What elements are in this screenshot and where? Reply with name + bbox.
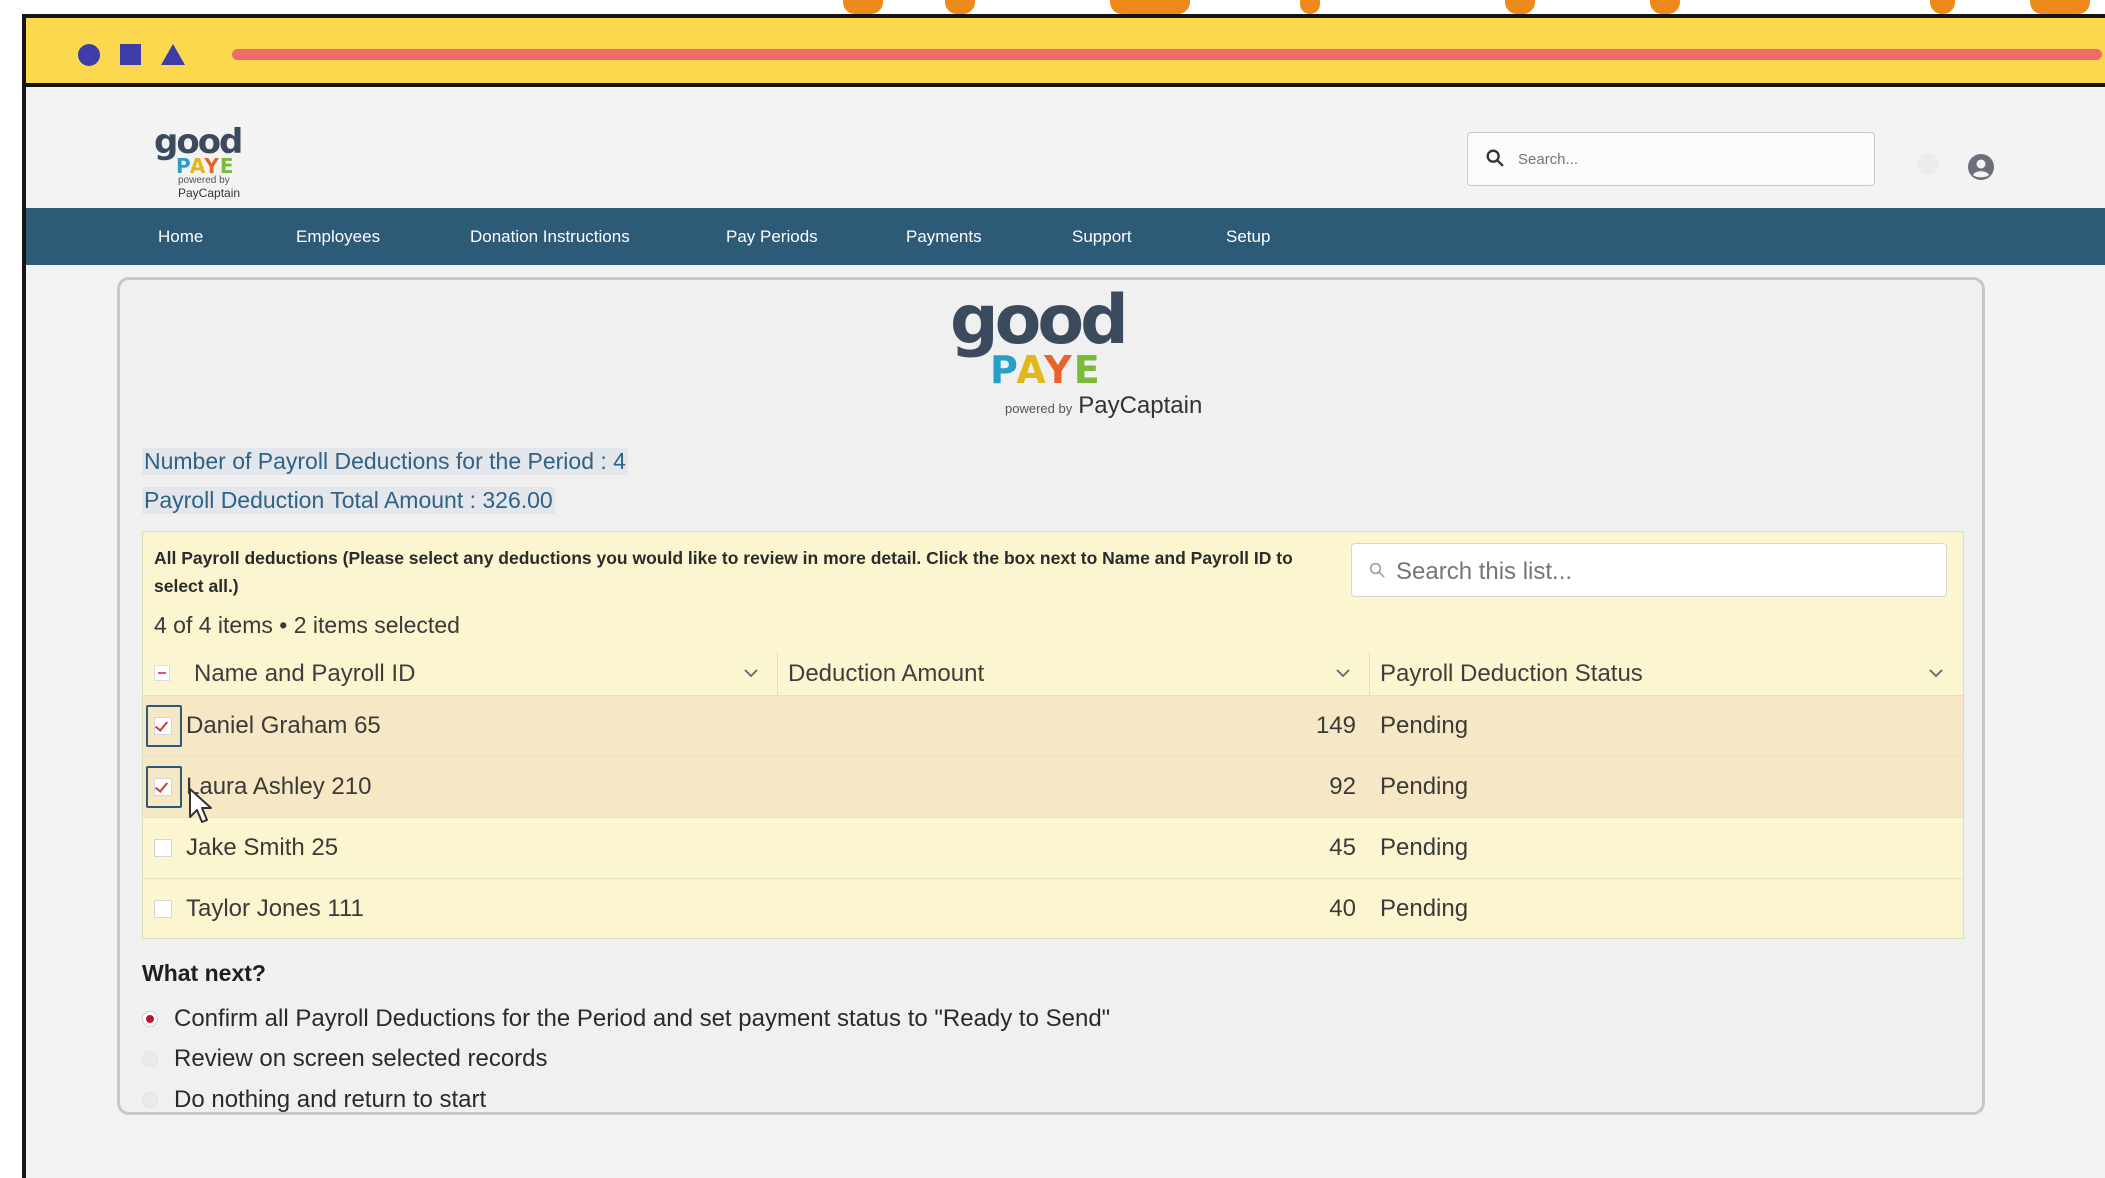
row-status: Pending bbox=[1380, 773, 1469, 800]
deduction-count: Number of Payroll Deductions for the Per… bbox=[142, 448, 628, 475]
row-status: Pending bbox=[1380, 895, 1469, 922]
nav-support[interactable]: Support bbox=[1072, 208, 1132, 265]
global-search[interactable] bbox=[1467, 132, 1875, 186]
decorative-orange-shape bbox=[1930, 0, 1955, 14]
deductions-table: Name and Payroll ID Deduction Amount Pay… bbox=[143, 652, 1963, 939]
row-checkbox[interactable] bbox=[154, 717, 172, 735]
triangle-icon bbox=[161, 44, 185, 65]
logo-word: good bbox=[154, 122, 243, 162]
table-row[interactable]: Taylor Jones 111 40 Pending bbox=[143, 879, 1963, 939]
decorative-orange-shape bbox=[843, 0, 883, 14]
radio-label: Review on screen selected records bbox=[174, 1045, 548, 1072]
list-search-input[interactable] bbox=[1394, 554, 1938, 590]
table-header: Name and Payroll ID Deduction Amount Pay… bbox=[143, 652, 1963, 696]
checkmark-icon bbox=[154, 779, 169, 793]
logo-powered-by: powered by PayCaptain bbox=[1005, 392, 1230, 420]
radio-label: Do nothing and return to start bbox=[174, 1086, 487, 1113]
row-name: Jake Smith 25 bbox=[186, 834, 339, 861]
row-status: Pending bbox=[1380, 834, 1469, 861]
powered-by-text: powered by bbox=[1005, 401, 1073, 416]
row-amount: 92 bbox=[1329, 773, 1356, 800]
partner-name: PayCaptain bbox=[178, 186, 241, 200]
nav-home[interactable]: Home bbox=[158, 208, 203, 265]
column-divider bbox=[1369, 652, 1370, 695]
row-name: Daniel Graham 65 bbox=[186, 712, 381, 739]
powered-by-text: powered by bbox=[178, 175, 230, 186]
main-nav: Home Employees Donation Instructions Pay… bbox=[26, 208, 2105, 265]
decorative-orange-shape bbox=[945, 0, 975, 14]
row-checkbox[interactable] bbox=[154, 778, 172, 796]
search-icon bbox=[1486, 149, 1504, 167]
goodpaye-logo-large: good PAYE powered by PayCaptain bbox=[950, 281, 1230, 420]
row-status: Pending bbox=[1380, 712, 1469, 739]
window-titlebar bbox=[26, 18, 2105, 87]
table-row[interactable]: Jake Smith 25 45 Pending bbox=[143, 818, 1963, 879]
list-description: All Payroll deductions (Please select an… bbox=[154, 548, 1293, 596]
nav-employees[interactable]: Employees bbox=[296, 208, 380, 265]
square-icon bbox=[120, 44, 141, 65]
row-name: Taylor Jones 111 bbox=[186, 895, 364, 922]
column-header-status[interactable]: Payroll Deduction Status bbox=[1380, 652, 1643, 695]
nav-setup[interactable]: Setup bbox=[1226, 208, 1270, 265]
logo-sub: PAYE bbox=[176, 154, 235, 178]
logo-word: good bbox=[950, 281, 1129, 360]
partner-name: PayCaptain bbox=[1078, 392, 1203, 419]
radio-button[interactable] bbox=[142, 1051, 158, 1067]
decorative-orange-shape bbox=[1300, 0, 1320, 14]
window-progress-bar bbox=[232, 49, 2102, 60]
table-row[interactable]: Daniel Graham 65 149 Pending bbox=[143, 696, 1963, 757]
row-checkbox[interactable] bbox=[154, 900, 172, 918]
chevron-down-icon[interactable] bbox=[1929, 668, 1943, 678]
global-search-input[interactable] bbox=[1516, 143, 1860, 175]
chevron-down-icon[interactable] bbox=[1336, 668, 1350, 678]
radio-label: Confirm all Payroll Deductions for the P… bbox=[174, 1005, 1111, 1032]
nav-donation-instructions[interactable]: Donation Instructions bbox=[470, 208, 630, 265]
deduction-total: Payroll Deduction Total Amount : 326.00 bbox=[142, 487, 555, 514]
payroll-deductions-card: good PAYE powered by PayCaptain Number of… bbox=[117, 277, 1985, 1115]
item-count: 4 of 4 items • 2 items selected bbox=[154, 612, 460, 638]
user-circle-icon[interactable] bbox=[1966, 152, 1996, 182]
radio-button[interactable] bbox=[142, 1011, 158, 1027]
circle-icon bbox=[78, 44, 100, 66]
column-divider bbox=[777, 652, 778, 695]
radio-button[interactable] bbox=[142, 1092, 158, 1108]
what-next-title: What next? bbox=[142, 960, 266, 986]
decorative-orange-shape bbox=[1505, 0, 1535, 14]
nav-pay-periods[interactable]: Pay Periods bbox=[726, 208, 818, 265]
row-amount: 40 bbox=[1329, 895, 1356, 922]
decorative-orange-shape bbox=[2030, 0, 2090, 14]
row-amount: 45 bbox=[1329, 834, 1356, 861]
mouse-pointer-icon bbox=[189, 788, 212, 823]
deductions-list-panel: All Payroll deductions (Please select an… bbox=[142, 531, 1964, 939]
search-icon bbox=[1369, 562, 1385, 578]
goodpaye-logo[interactable]: good PAYE powered by PayCaptain bbox=[154, 122, 274, 200]
list-search[interactable] bbox=[1351, 543, 1947, 597]
row-checkbox[interactable] bbox=[154, 839, 172, 857]
logo-powered-by: powered by PayCaptain bbox=[178, 175, 274, 200]
column-header-name[interactable]: Name and Payroll ID bbox=[194, 652, 415, 695]
table-row[interactable]: Laura Ashley 210 92 Pending bbox=[143, 757, 1963, 818]
chevron-down-icon[interactable] bbox=[744, 668, 758, 678]
checkmark-icon bbox=[154, 718, 169, 732]
select-all-checkbox[interactable] bbox=[154, 665, 170, 681]
row-amount: 149 bbox=[1315, 712, 1356, 739]
notification-icon[interactable] bbox=[1917, 153, 1939, 175]
site-header: good PAYE powered by PayCaptain bbox=[26, 87, 2105, 208]
column-header-amount[interactable]: Deduction Amount bbox=[788, 652, 984, 695]
decorative-orange-shape bbox=[1110, 0, 1190, 14]
decorative-orange-shape bbox=[1650, 0, 1680, 14]
nav-payments[interactable]: Payments bbox=[906, 208, 982, 265]
